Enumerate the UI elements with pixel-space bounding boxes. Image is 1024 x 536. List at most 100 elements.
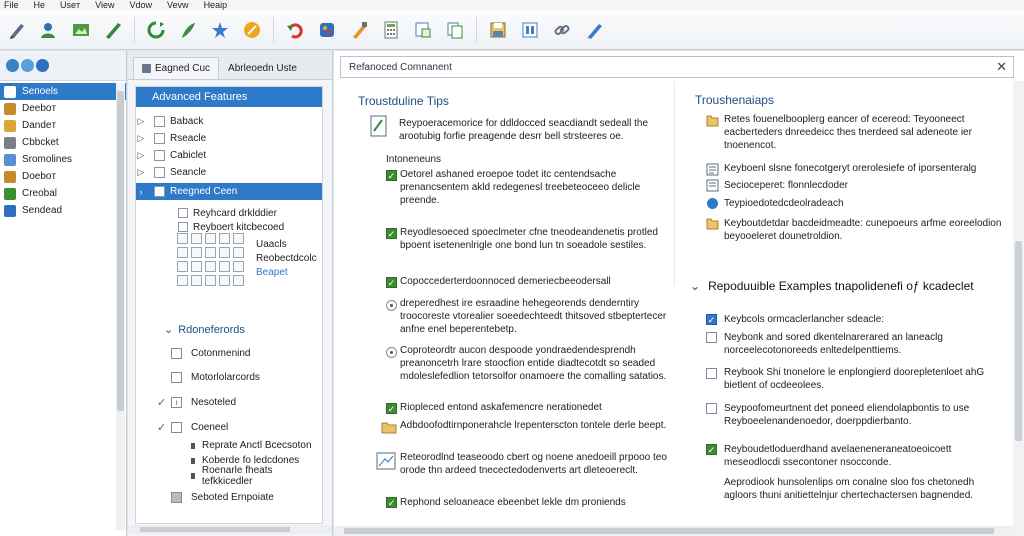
checkbox[interactable] — [171, 371, 182, 383]
key-cell[interactable] — [205, 261, 216, 272]
image-icon[interactable] — [70, 19, 92, 41]
pen-icon[interactable] — [6, 19, 28, 41]
key-cell[interactable] — [233, 247, 244, 258]
key-cell[interactable] — [233, 261, 244, 272]
undo-icon[interactable] — [284, 19, 306, 41]
key-cell[interactable] — [177, 261, 188, 272]
close-icon[interactable]: ✕ — [996, 59, 1007, 75]
check-icon[interactable]: ✓ — [706, 444, 717, 455]
forward-icon[interactable] — [21, 59, 34, 72]
option-3[interactable]: ✓ Coeneel — [157, 419, 228, 435]
menu-view[interactable]: View — [95, 0, 114, 10]
up-icon[interactable] — [36, 59, 49, 72]
window-icon[interactable] — [412, 19, 434, 41]
database-icon[interactable] — [519, 19, 541, 41]
section-title[interactable]: ⌄ Rdoneferords — [164, 323, 245, 336]
key-cell[interactable] — [191, 233, 202, 244]
check-icon[interactable]: ✓ — [386, 277, 397, 288]
menu-file[interactable]: File — [4, 0, 19, 10]
back-icon[interactable] — [6, 59, 19, 72]
edit-icon[interactable] — [583, 19, 605, 41]
tree-header[interactable]: Advanced Features — [136, 87, 322, 107]
key-cell[interactable] — [191, 247, 202, 258]
chevron-down-icon[interactable]: ⌄ — [164, 324, 173, 336]
key-cell[interactable] — [191, 275, 202, 286]
scroll-thumb[interactable] — [140, 527, 290, 532]
user-icon[interactable] — [38, 19, 60, 41]
nav-item-4[interactable]: Sromolines — [0, 151, 126, 168]
chevron-right-icon[interactable]: ▷ — [136, 116, 146, 127]
sub-item-2[interactable]: Uaacls — [256, 237, 287, 251]
checkbox[interactable]: ı — [171, 396, 182, 408]
pencil-icon[interactable] — [102, 19, 124, 41]
tree-item-0[interactable]: ▷ Baback — [136, 113, 322, 130]
sub-item-4[interactable]: Beapet — [256, 265, 288, 279]
option-0[interactable]: Cotonmenind — [171, 345, 250, 361]
sub-item-3[interactable]: Reobectdcolc — [256, 251, 317, 265]
option-last[interactable]: Seboted Ernpoiate — [171, 489, 274, 505]
chevron-right-icon[interactable]: ▷ — [136, 167, 146, 178]
tree-item-4[interactable]: › Reegned Ceen — [136, 183, 322, 200]
checkbox[interactable] — [178, 222, 188, 232]
key-cell[interactable] — [205, 275, 216, 286]
scroll-thumb[interactable] — [117, 91, 124, 411]
chevron-right-icon[interactable]: ▷ — [136, 150, 146, 161]
check-icon[interactable]: ✓ — [386, 497, 397, 508]
key-cell[interactable] — [205, 233, 216, 244]
checkbox-checked[interactable]: ✓ — [706, 314, 717, 325]
key-cell[interactable] — [177, 275, 188, 286]
key-cell[interactable] — [219, 233, 230, 244]
menu-window[interactable]: Vdow — [130, 0, 153, 10]
chevron-right-icon[interactable]: ▷ — [136, 133, 146, 144]
save-icon[interactable] — [487, 19, 509, 41]
nav-item-3[interactable]: Cbbcket — [0, 134, 126, 151]
nav-item-5[interactable]: Doeboт — [0, 168, 126, 185]
address-bar[interactable]: Refanoced Comnanent ✕ — [340, 56, 1014, 78]
radio-button[interactable] — [386, 300, 397, 311]
sub-item-0[interactable]: Reyhcard drklddier — [178, 206, 277, 220]
mini-item-0[interactable]: Reprate Anctl Bcecsoton — [191, 439, 312, 452]
palette-icon[interactable] — [316, 19, 338, 41]
option-1[interactable]: Motorlolarcords — [171, 369, 260, 385]
nav-item-7[interactable]: Sendead — [0, 202, 126, 219]
copy-icon[interactable] — [444, 19, 466, 41]
key-cell[interactable] — [205, 247, 216, 258]
sub-item-1[interactable]: Reyboert kitcbecoed — [178, 220, 284, 234]
checkbox[interactable] — [706, 332, 717, 343]
content-scrollbar[interactable] — [1013, 81, 1024, 536]
calculator-icon[interactable] — [380, 19, 402, 41]
checkbox[interactable] — [706, 368, 717, 379]
radio-button[interactable] — [386, 347, 397, 358]
middle-hscrollbar[interactable] — [128, 525, 332, 534]
key-cell[interactable] — [219, 275, 230, 286]
checkbox[interactable] — [706, 403, 717, 414]
checkbox[interactable] — [171, 421, 182, 433]
nav-item-0[interactable]: Seпoels — [0, 83, 126, 100]
key-cell[interactable] — [177, 233, 188, 244]
key-cell[interactable] — [219, 261, 230, 272]
tree-item-3[interactable]: ▷ Seancle — [136, 164, 322, 181]
refresh-icon[interactable] — [145, 19, 167, 41]
menu-help[interactable]: Heaip — [204, 0, 228, 10]
key-cell[interactable] — [219, 247, 230, 258]
menu-user[interactable]: Useт — [60, 0, 80, 10]
key-cell[interactable] — [233, 275, 244, 286]
checkbox[interactable] — [171, 347, 182, 359]
content-hscrollbar[interactable] — [334, 526, 1013, 536]
scroll-thumb[interactable] — [1015, 241, 1022, 441]
tree-item-1[interactable]: ▷ Rseacle — [136, 130, 322, 147]
checkbox[interactable] — [171, 491, 182, 503]
tag-icon[interactable] — [241, 19, 263, 41]
menu-file-2[interactable]: He — [34, 0, 46, 10]
nav-scrollbar[interactable] — [116, 83, 125, 531]
key-cell[interactable] — [233, 233, 244, 244]
key-cell[interactable] — [191, 261, 202, 272]
option-2[interactable]: ✓ ı Nesoteled — [157, 394, 236, 410]
checkbox[interactable] — [178, 208, 188, 218]
tab-advanced[interactable]: Abrleoedn Ustе — [219, 57, 306, 79]
mini-item-2[interactable]: Roenarle fheats tefkkicedler — [191, 465, 322, 487]
chevron-down-icon[interactable]: ⌄ — [690, 279, 700, 293]
scroll-thumb[interactable] — [344, 528, 994, 534]
check-icon[interactable]: ✓ — [386, 170, 397, 181]
tree-item-2[interactable]: ▷ Cabiclet — [136, 147, 322, 164]
